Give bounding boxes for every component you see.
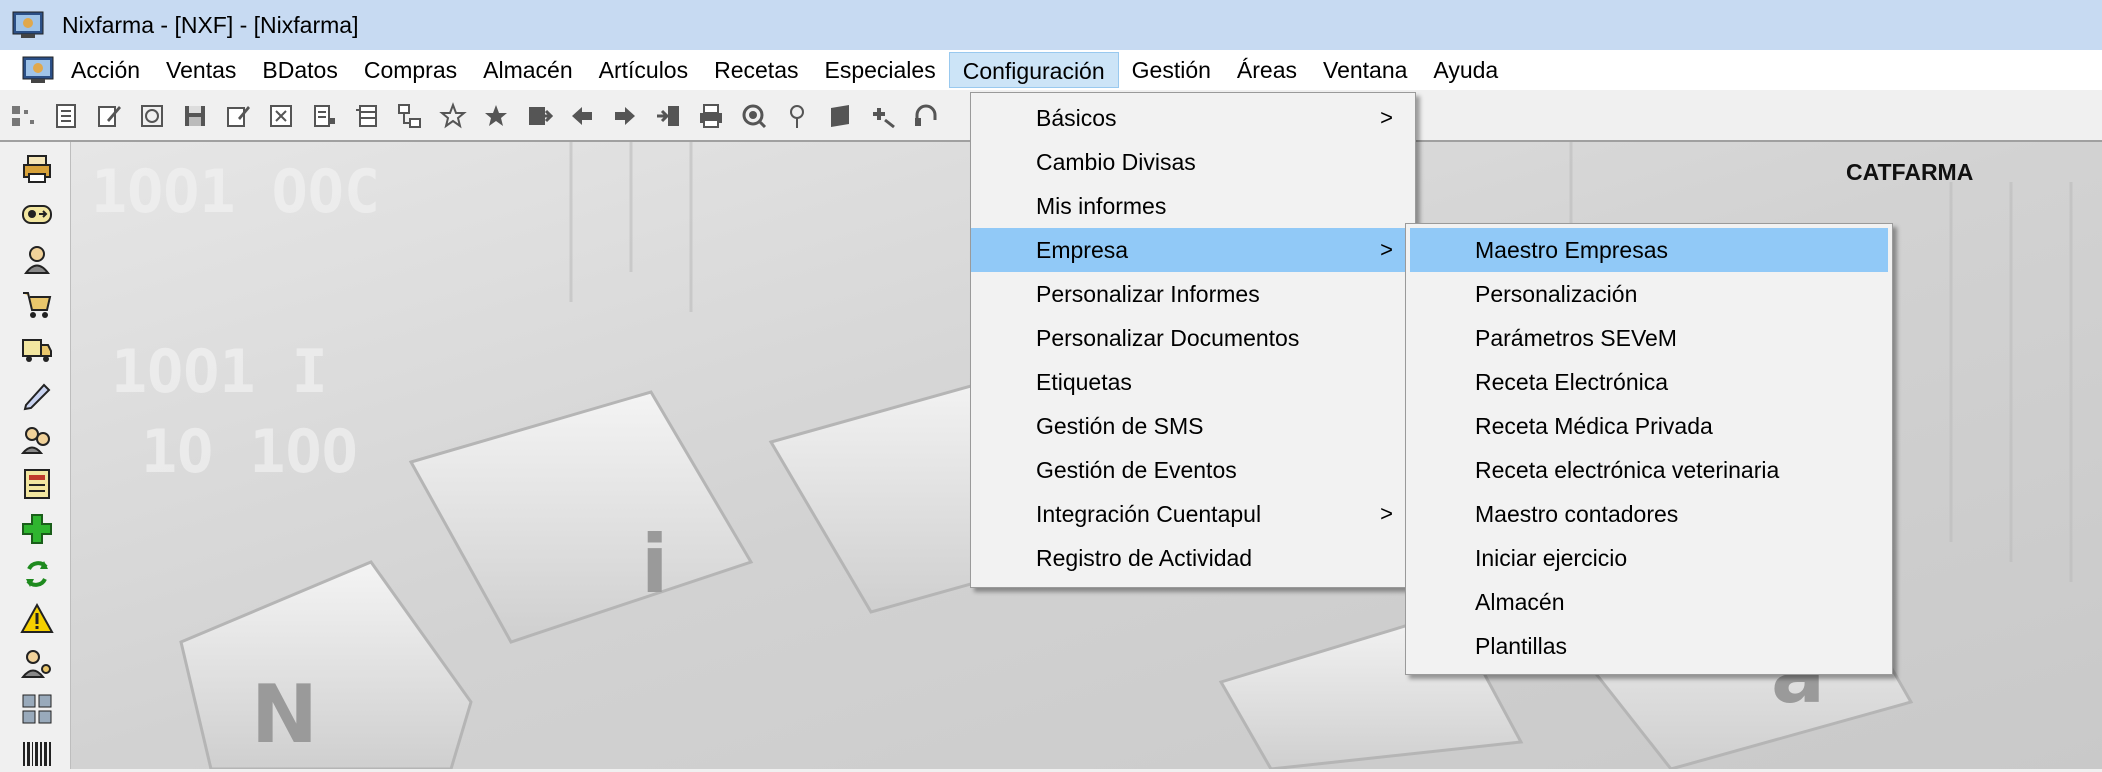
refresh-icon[interactable] (19, 556, 55, 592)
menu-especiales[interactable]: Especiales (811, 52, 948, 88)
star-filled-icon[interactable] (481, 101, 511, 131)
stack-icon[interactable] (825, 101, 855, 131)
menu-item-maestro-contadores[interactable]: Maestro contadores (1406, 492, 1892, 536)
svg-text:1OO1 I: 1OO1 I (111, 337, 328, 407)
window-title: Nixfarma - [NXF] - [Nixfarma] (62, 11, 359, 38)
svg-text:1O 1OO: 1O 1OO (141, 417, 358, 487)
menu-item-iniciar-ejercicio[interactable]: Iniciar ejercicio (1406, 536, 1892, 580)
menu-compras[interactable]: Compras (351, 52, 470, 88)
truck-icon[interactable] (19, 331, 55, 367)
tree-icon[interactable] (395, 101, 425, 131)
insert-icon[interactable] (524, 101, 554, 131)
users-icon[interactable] (19, 421, 55, 457)
menu-item-plantillas[interactable]: Plantillas (1406, 624, 1892, 668)
document-icon[interactable] (51, 101, 81, 131)
menu-accion[interactable]: Acción (58, 52, 153, 88)
arrow-right-icon[interactable] (610, 101, 640, 131)
grid-icon[interactable] (8, 101, 38, 131)
menu-item-personalizar-informes[interactable]: Personalizar Informes (971, 272, 1415, 316)
search-icon[interactable] (739, 101, 769, 131)
arrow-left-icon[interactable] (567, 101, 597, 131)
print-icon[interactable] (696, 101, 726, 131)
menu-item-gestion-eventos[interactable]: Gestión de Eventos (971, 448, 1415, 492)
user-icon[interactable] (19, 241, 55, 277)
menu-bdatos[interactable]: BDatos (249, 52, 350, 88)
menu-item-basicos[interactable]: Básicos > (971, 96, 1415, 140)
headset-icon[interactable] (911, 101, 941, 131)
person-key-icon[interactable] (19, 646, 55, 682)
menu-item-personalizar-documentos[interactable]: Personalizar Documentos (971, 316, 1415, 360)
menu-item-almacen[interactable]: Almacén (1406, 580, 1892, 624)
menu-item-personalizacion[interactable]: Personalización (1406, 272, 1892, 316)
object-icon[interactable] (137, 101, 167, 131)
menu-item-gestion-sms[interactable]: Gestión de SMS (971, 404, 1415, 448)
menu-item-integracion-cuentapul[interactable]: Integración Cuentapul > (971, 492, 1415, 536)
menu-item-mis-informes[interactable]: Mis informes (971, 184, 1415, 228)
menu-configuracion[interactable]: Configuración (948, 52, 1119, 88)
svg-text:i: i (641, 518, 668, 611)
menu-item-receta-medica-privada[interactable]: Receta Médica Privada (1406, 404, 1892, 448)
svg-text:N: N (251, 668, 318, 761)
group-icon[interactable] (19, 691, 55, 727)
submenu-arrow-icon: > (1380, 237, 1393, 262)
warning-icon[interactable] (19, 601, 55, 637)
mdi-child-icon[interactable] (22, 55, 54, 85)
menu-item-cambio-divisas[interactable]: Cambio Divisas (971, 140, 1415, 184)
form-icon[interactable] (223, 101, 253, 131)
configuracion-menu: Básicos > Cambio Divisas Mis informes Emp… (970, 92, 1416, 588)
barcode-icon[interactable] (19, 736, 55, 772)
pen-icon[interactable] (19, 376, 55, 412)
menu-almacen[interactable]: Almacén (470, 52, 585, 88)
company-label: CATFARMA (1846, 159, 1974, 185)
menu-ayuda[interactable]: Ayuda (1420, 52, 1511, 88)
pin-icon[interactable] (782, 101, 812, 131)
submenu-arrow-icon: > (1380, 105, 1393, 130)
menu-item-registro-actividad[interactable]: Registro de Actividad (971, 536, 1415, 580)
menu-item-etiquetas[interactable]: Etiquetas (971, 360, 1415, 404)
table-icon[interactable] (352, 101, 382, 131)
close-box-icon[interactable] (266, 101, 296, 131)
star-outline-icon[interactable] (438, 101, 468, 131)
menu-bar: Acción Ventas BDatos Compras Almacén Art… (0, 50, 2102, 90)
svg-text:1OO1 OOC: 1OO1 OOC (91, 157, 380, 227)
list-icon[interactable] (309, 101, 339, 131)
title-bar: Nixfarma - [NXF] - [Nixfarma] (0, 0, 2102, 50)
save-icon[interactable] (180, 101, 210, 131)
exit-icon[interactable] (653, 101, 683, 131)
document-list-icon[interactable] (19, 466, 55, 502)
cart-icon[interactable] (19, 286, 55, 322)
menu-areas[interactable]: Áreas (1224, 52, 1310, 88)
menu-item-empresa[interactable]: Empresa > (971, 228, 1415, 272)
badge-icon[interactable] (19, 196, 55, 232)
plus-arrow-icon[interactable] (868, 101, 898, 131)
menu-recetas[interactable]: Recetas (701, 52, 811, 88)
menu-ventas[interactable]: Ventas (153, 52, 249, 88)
add-icon[interactable] (19, 511, 55, 547)
submenu-arrow-icon: > (1380, 501, 1393, 526)
menu-ventana[interactable]: Ventana (1310, 52, 1420, 88)
left-toolbar (0, 142, 71, 769)
menu-item-maestro-empresas[interactable]: Maestro Empresas (1410, 228, 1888, 272)
menu-item-parametros-sevem[interactable]: Parámetros SEVeM (1406, 316, 1892, 360)
menu-item-receta-electronica-veterinaria[interactable]: Receta electrónica veterinaria (1406, 448, 1892, 492)
menu-item-receta-electronica[interactable]: Receta Electrónica (1406, 360, 1892, 404)
menu-gestion[interactable]: Gestión (1119, 52, 1224, 88)
edit-icon[interactable] (94, 101, 124, 131)
empresa-submenu: Maestro Empresas Personalización Parámet… (1405, 223, 1893, 675)
printer-icon[interactable] (19, 151, 55, 187)
app-icon[interactable] (12, 11, 44, 39)
menu-articulos[interactable]: Artículos (586, 52, 701, 88)
